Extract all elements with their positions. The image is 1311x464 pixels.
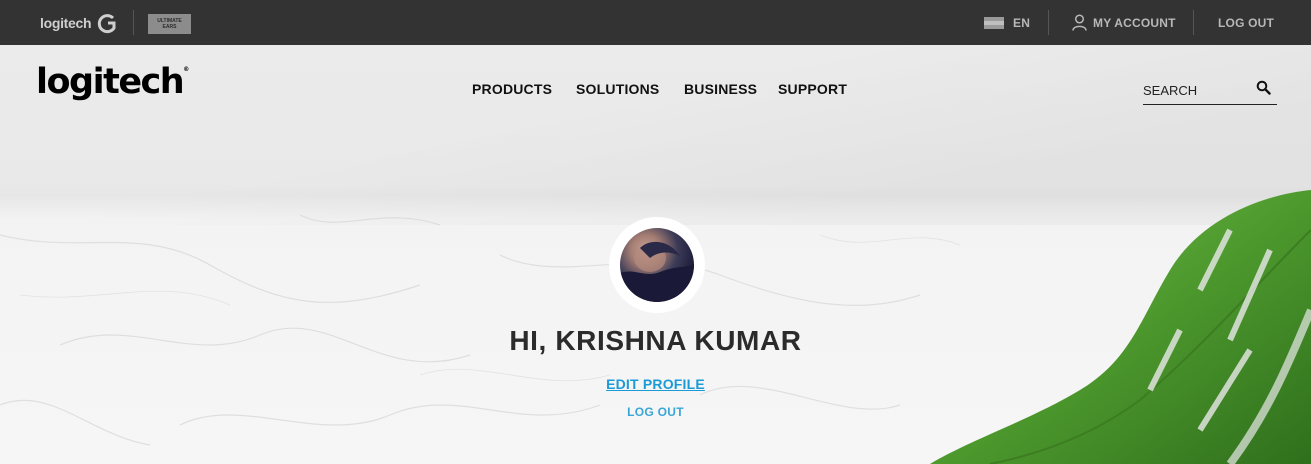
my-account-link[interactable]: MY ACCOUNT bbox=[1093, 16, 1176, 30]
top-logout-link[interactable]: LOG OUT bbox=[1218, 16, 1274, 30]
nav-support[interactable]: SUPPORT bbox=[778, 81, 847, 97]
search-icon[interactable] bbox=[1256, 80, 1271, 95]
language-selector[interactable]: EN bbox=[1013, 16, 1030, 30]
edit-profile-row: EDIT PROFILE bbox=[0, 376, 1311, 394]
utility-bar: logitech ULTIMATE EARS EN MY ACCOUNT LOG… bbox=[0, 0, 1311, 45]
logitech-g-icon[interactable] bbox=[97, 12, 119, 34]
avatar[interactable] bbox=[620, 228, 694, 302]
badge-line-2: EARS bbox=[162, 24, 177, 30]
logitech-logo[interactable]: logitech® bbox=[36, 62, 189, 102]
profile-logout-row: LOG OUT bbox=[0, 403, 1311, 421]
user-icon[interactable] bbox=[1072, 14, 1087, 31]
search-box bbox=[1143, 76, 1277, 105]
ultimate-ears-badge[interactable]: ULTIMATE EARS bbox=[148, 14, 191, 34]
nav-products[interactable]: PRODUCTS bbox=[472, 81, 552, 97]
edit-profile-link[interactable]: EDIT PROFILE bbox=[606, 376, 705, 392]
logitech-brand-link[interactable]: logitech bbox=[40, 15, 92, 31]
profile-logout-link[interactable]: LOG OUT bbox=[627, 405, 684, 419]
nav-solutions[interactable]: SOLUTIONS bbox=[576, 81, 659, 97]
divider bbox=[1193, 10, 1194, 35]
avatar-photo bbox=[620, 241, 694, 302]
logo-text: logitech bbox=[36, 62, 185, 102]
nav-business[interactable]: BUSINESS bbox=[684, 81, 757, 97]
search-input[interactable] bbox=[1143, 79, 1253, 101]
divider bbox=[133, 10, 134, 35]
greeting-heading: HI, KRISHNA KUMAR bbox=[509, 325, 802, 356]
divider bbox=[1048, 10, 1049, 35]
flag-icon[interactable] bbox=[984, 17, 1004, 29]
